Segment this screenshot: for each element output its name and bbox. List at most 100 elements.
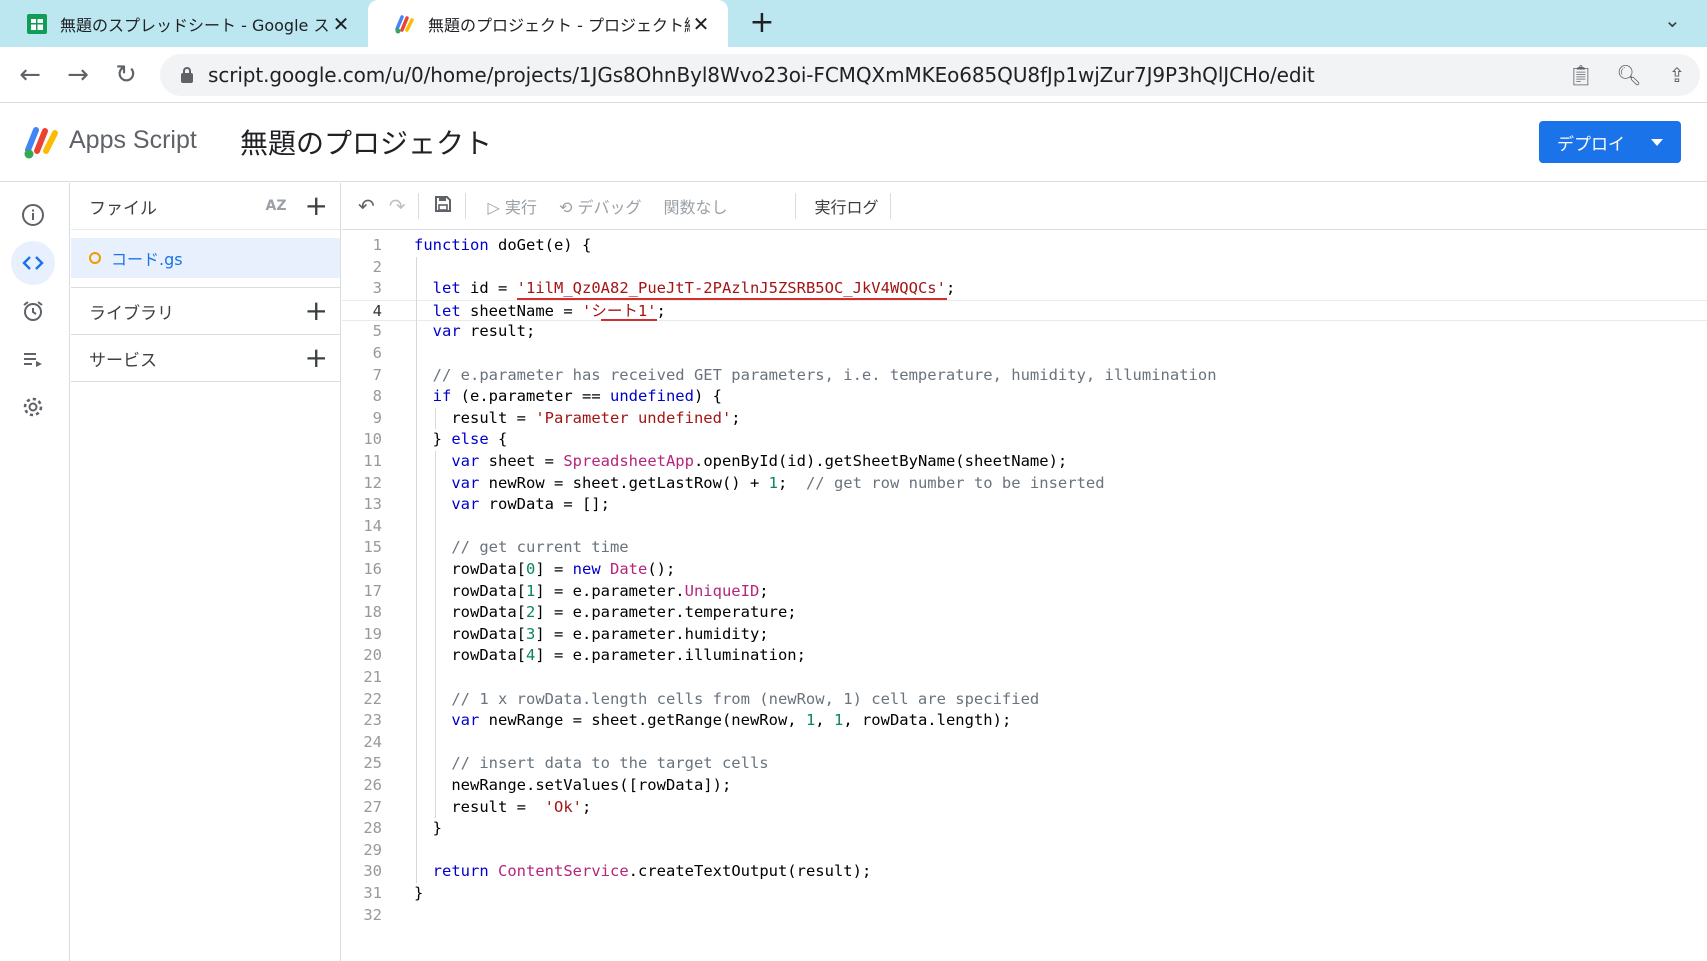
code-text: var rowData = []; bbox=[451, 495, 610, 514]
code-line[interactable]: 6 bbox=[342, 343, 1707, 365]
code-line[interactable]: 21 bbox=[342, 667, 1707, 689]
project-title[interactable]: 無題のプロジェクト bbox=[240, 122, 492, 162]
code-line[interactable]: 27 result = 'Ok'; bbox=[342, 797, 1707, 819]
executions-list-icon[interactable] bbox=[11, 337, 55, 381]
code-text: function doGet(e) { bbox=[414, 236, 592, 254]
line-number: 15 bbox=[363, 538, 382, 557]
code-line[interactable]: 8 if (e.parameter == undefined) { bbox=[342, 386, 1707, 408]
url-bar[interactable]: script.google.com/u/0/home/projects/1JGs… bbox=[160, 54, 1700, 96]
code-line[interactable]: 3 let id = '1ilM_Qz0A82_PueJtT-2PAzlnJ5Z… bbox=[342, 278, 1707, 300]
line-number: 27 bbox=[363, 797, 382, 816]
deploy-button[interactable]: デプロイ bbox=[1539, 121, 1681, 163]
function-select[interactable]: 関数なし bbox=[663, 194, 783, 218]
code-line[interactable]: 22 // 1 x rowData.length cells from (new… bbox=[342, 689, 1707, 711]
close-icon[interactable]: ✕ bbox=[690, 12, 712, 36]
files-panel: ファイル AZ + コード.gs ライブラリ + サービス + bbox=[71, 183, 341, 961]
services-label: サービス bbox=[89, 350, 157, 371]
services-section[interactable]: サービス + bbox=[71, 335, 340, 382]
code-line[interactable]: 25 // insert data to the target cells bbox=[342, 753, 1707, 775]
debug-button[interactable]: ⟲ デバッグ bbox=[559, 194, 642, 218]
redo-icon[interactable]: ↷ bbox=[389, 194, 406, 218]
files-header: ファイル AZ + bbox=[71, 183, 340, 230]
annotation-underline bbox=[516, 297, 947, 300]
code-line[interactable]: 5 var result; bbox=[342, 321, 1707, 343]
line-number: 13 bbox=[363, 495, 382, 514]
tab-title: 無題のスプレッドシート - Google スプ bbox=[60, 15, 330, 35]
add-library-icon[interactable]: + bbox=[305, 297, 328, 325]
toolbar-divider bbox=[464, 193, 466, 219]
lock-icon bbox=[180, 67, 194, 83]
code-line[interactable]: 16 rowData[0] = new Date(); bbox=[342, 559, 1707, 581]
save-icon[interactable] bbox=[433, 194, 453, 219]
code-line[interactable]: 12 var newRow = sheet.getLastRow() + 1; … bbox=[342, 473, 1707, 495]
share-icon[interactable]: ⇪ bbox=[1662, 58, 1692, 92]
code-line[interactable]: 19 rowData[3] = e.parameter.humidity; bbox=[342, 624, 1707, 646]
undo-icon[interactable]: ↶ bbox=[358, 194, 375, 218]
code-line[interactable]: 23 var newRange = sheet.getRange(newRow,… bbox=[342, 710, 1707, 732]
code-line[interactable]: 31} bbox=[342, 883, 1707, 905]
reload-icon[interactable]: ↻ bbox=[108, 57, 144, 93]
code-line[interactable]: 30 return ContentService.createTextOutpu… bbox=[342, 861, 1707, 883]
info-icon[interactable] bbox=[11, 193, 55, 237]
code-line[interactable]: 1 function doGet(e) { bbox=[342, 235, 1707, 257]
code-line[interactable]: 18 rowData[2] = e.parameter.temperature; bbox=[342, 602, 1707, 624]
code-text: var sheet = SpreadsheetApp.openById(id).… bbox=[451, 452, 1068, 470]
chevron-down-icon[interactable]: ⌄ bbox=[1664, 8, 1681, 32]
browser-tab-project[interactable]: 無題のプロジェクト - プロジェクト編集 ✕ bbox=[368, 0, 728, 47]
file-name: コード.gs bbox=[111, 250, 183, 269]
code-text: result = 'Parameter undefined'; bbox=[414, 408, 741, 427]
code-line[interactable]: 32 bbox=[342, 905, 1707, 927]
forward-icon[interactable]: → bbox=[60, 57, 96, 93]
line-number: 29 bbox=[363, 840, 382, 859]
toolbar-divider bbox=[795, 193, 797, 219]
indent-guide bbox=[434, 451, 436, 819]
browser-tab-spreadsheet[interactable]: 無題のスプレッドシート - Google スプ ✕ bbox=[0, 0, 368, 47]
line-number: 19 bbox=[363, 624, 382, 643]
code-line[interactable]: 20 rowData[4] = e.parameter.illumination… bbox=[342, 645, 1707, 667]
code-line[interactable]: 13 var rowData = []; bbox=[342, 494, 1707, 516]
code-line[interactable]: 14 bbox=[342, 516, 1707, 538]
file-item-code-gs[interactable]: コード.gs bbox=[71, 238, 340, 278]
code-editor[interactable]: 1 function doGet(e) { 2 3 let id = '1ilM_Qz… bbox=[342, 231, 1707, 961]
code-line[interactable]: 26 newRange.setValues([rowData]); bbox=[342, 775, 1707, 797]
left-nav-rail bbox=[0, 183, 70, 961]
code-line[interactable]: 2 bbox=[342, 257, 1707, 279]
editor-toolbar: ↶ ↷ ▷ 実行 ⟲ デバッグ 関数なし 実行ログ bbox=[342, 183, 1707, 230]
app-header: Apps Script 無題のプロジェクト デプロイ bbox=[0, 104, 1707, 182]
settings-gear-icon[interactable] bbox=[11, 385, 55, 429]
zoom-icon[interactable]: 🔍︎ bbox=[1614, 58, 1644, 92]
code-line[interactable]: 29 bbox=[342, 840, 1707, 862]
run-button[interactable]: ▷ 実行 bbox=[488, 194, 537, 218]
line-number: 1 bbox=[372, 236, 382, 254]
code-line[interactable]: 4 let sheetName = 'シート1'; bbox=[342, 299, 1707, 322]
code-line[interactable]: 9 result = 'Parameter undefined'; bbox=[342, 408, 1707, 430]
code-text: rowData[3] = e.parameter.humidity; bbox=[414, 624, 769, 643]
code-line[interactable]: 7 // e.parameter has received GET parame… bbox=[342, 365, 1707, 387]
back-icon[interactable]: ← bbox=[12, 57, 48, 93]
line-number: 23 bbox=[363, 711, 382, 730]
clipboard-icon[interactable]: 📋︎ bbox=[1566, 58, 1596, 92]
code-text: rowData[2] = e.parameter.temperature; bbox=[414, 603, 797, 622]
add-service-icon[interactable]: + bbox=[305, 344, 328, 372]
code-line[interactable]: 11 var sheet = SpreadsheetApp.openById(i… bbox=[342, 451, 1707, 473]
code-line[interactable]: 10 } else { bbox=[342, 429, 1707, 451]
code-text: } else { bbox=[414, 430, 508, 449]
code-line[interactable]: 28 } bbox=[342, 818, 1707, 840]
new-tab-button[interactable]: + bbox=[746, 6, 778, 40]
code-line[interactable]: 17 rowData[1] = e.parameter.UniqueID; bbox=[342, 581, 1707, 603]
line-number: 30 bbox=[363, 862, 382, 881]
sort-az-icon[interactable]: AZ bbox=[266, 198, 287, 214]
line-number: 24 bbox=[363, 732, 382, 751]
libraries-section[interactable]: ライブラリ + bbox=[71, 288, 340, 335]
execution-log-button[interactable]: 実行ログ bbox=[814, 194, 878, 218]
triggers-alarm-icon[interactable] bbox=[11, 289, 55, 333]
code-line[interactable]: 24 bbox=[342, 732, 1707, 754]
add-file-icon[interactable]: + bbox=[305, 192, 328, 220]
play-icon: ▷ bbox=[487, 198, 505, 217]
url-text[interactable]: script.google.com/u/0/home/projects/1JGs… bbox=[208, 63, 1315, 87]
code-editor-icon[interactable] bbox=[11, 241, 55, 285]
code-line[interactable]: 15 // get current time bbox=[342, 537, 1707, 559]
line-number: 18 bbox=[363, 603, 382, 622]
close-icon[interactable]: ✕ bbox=[330, 12, 352, 36]
chevron-down-icon[interactable] bbox=[1651, 138, 1663, 146]
